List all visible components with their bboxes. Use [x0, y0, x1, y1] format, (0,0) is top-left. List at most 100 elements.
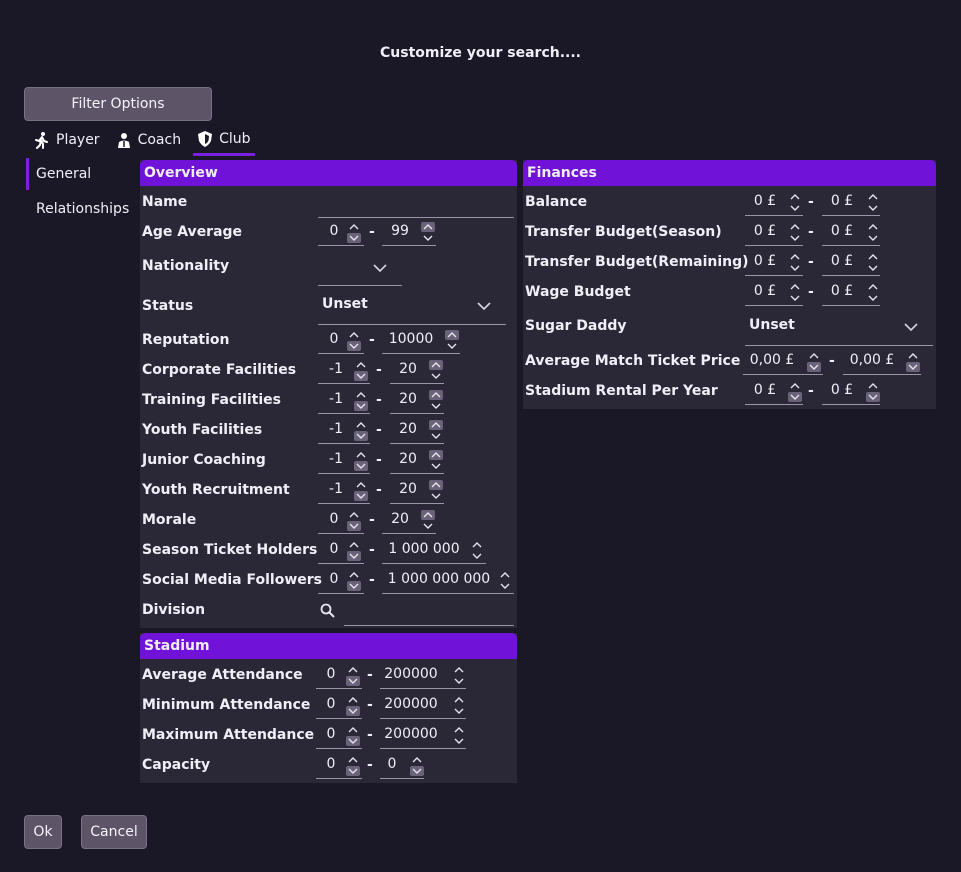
spin-down-icon[interactable] — [346, 676, 360, 686]
spin-up-icon[interactable] — [452, 695, 466, 705]
spin-up-icon[interactable] — [866, 252, 880, 262]
tab-club[interactable]: Club — [193, 125, 255, 156]
spin-down-icon[interactable] — [788, 233, 802, 243]
reputation-to-spinner[interactable] — [445, 330, 459, 352]
nationality-dropdown[interactable] — [318, 261, 402, 286]
spin-down-icon[interactable] — [452, 676, 466, 686]
spin-down-icon[interactable] — [347, 341, 361, 351]
spin-down-icon[interactable] — [347, 521, 361, 531]
spin-up-icon[interactable] — [347, 510, 361, 520]
average-attendance-to-spinner[interactable] — [452, 665, 466, 687]
morale-to-spinner[interactable] — [421, 510, 435, 532]
spin-down-icon[interactable] — [788, 392, 802, 402]
capacity-to-spinner[interactable] — [410, 755, 424, 777]
spin-down-icon[interactable] — [429, 491, 443, 501]
spin-up-icon[interactable] — [421, 510, 435, 520]
division-search-input[interactable] — [344, 601, 514, 626]
tab-coach[interactable]: Coach — [112, 126, 186, 154]
spin-down-icon[interactable] — [354, 431, 368, 441]
spin-up-icon[interactable] — [445, 330, 459, 340]
spin-up-icon[interactable] — [346, 695, 360, 705]
youth-recruitment-from-spinner[interactable] — [354, 480, 368, 502]
spin-up-icon[interactable] — [452, 665, 466, 675]
transfer-budget-remaining-from-spinner[interactable] — [788, 252, 802, 274]
spin-up-icon[interactable] — [788, 381, 802, 391]
transfer-budget-season-to-spinner[interactable] — [866, 222, 880, 244]
minimum-attendance-to-spinner[interactable] — [452, 695, 466, 717]
spin-up-icon[interactable] — [429, 420, 443, 430]
spin-down-icon[interactable] — [429, 401, 443, 411]
spin-down-icon[interactable] — [906, 362, 920, 372]
average-attendance-from-spinner[interactable] — [346, 665, 360, 687]
name-input[interactable] — [318, 193, 514, 218]
spin-up-icon[interactable] — [346, 725, 360, 735]
spin-up-icon[interactable] — [347, 540, 361, 550]
ticket-to-spinner[interactable] — [906, 351, 920, 373]
spin-down-icon[interactable] — [354, 461, 368, 471]
balance-from-spinner[interactable] — [788, 192, 802, 214]
spin-down-icon[interactable] — [498, 581, 512, 591]
spin-up-icon[interactable] — [429, 480, 443, 490]
spin-down-icon[interactable] — [807, 362, 821, 372]
spin-up-icon[interactable] — [498, 570, 512, 580]
ok-button[interactable]: Ok — [24, 815, 62, 849]
reputation-from-spinner[interactable] — [347, 330, 361, 352]
spin-up-icon[interactable] — [429, 360, 443, 370]
spin-up-icon[interactable] — [421, 222, 435, 232]
spin-down-icon[interactable] — [429, 371, 443, 381]
spin-up-icon[interactable] — [354, 390, 368, 400]
corporate-facilities-from-spinner[interactable] — [354, 360, 368, 382]
spin-up-icon[interactable] — [429, 450, 443, 460]
spin-up-icon[interactable] — [347, 222, 361, 232]
corporate-facilities-to-spinner[interactable] — [429, 360, 443, 382]
capacity-from-spinner[interactable] — [346, 755, 360, 777]
spin-up-icon[interactable] — [788, 252, 802, 262]
spin-down-icon[interactable] — [346, 706, 360, 716]
search-icon[interactable] — [320, 603, 335, 618]
spin-up-icon[interactable] — [470, 540, 484, 550]
spin-up-icon[interactable] — [866, 381, 880, 391]
chevron-down-icon[interactable] — [476, 300, 492, 312]
social-to-input[interactable]: 1 000 000 000 — [382, 569, 514, 594]
spin-down-icon[interactable] — [866, 233, 880, 243]
spin-down-icon[interactable] — [347, 551, 361, 561]
spin-up-icon[interactable] — [429, 390, 443, 400]
rental-to-spinner[interactable] — [866, 381, 880, 403]
spin-down-icon[interactable] — [445, 341, 459, 351]
maximum-attendance-from-spinner[interactable] — [346, 725, 360, 747]
spin-up-icon[interactable] — [354, 360, 368, 370]
spin-up-icon[interactable] — [354, 450, 368, 460]
spin-up-icon[interactable] — [346, 665, 360, 675]
season-from-spinner[interactable] — [347, 540, 361, 562]
spin-up-icon[interactable] — [347, 330, 361, 340]
filter-options-button[interactable]: Filter Options — [24, 87, 212, 121]
social-from-spinner[interactable] — [347, 570, 361, 592]
spin-down-icon[interactable] — [347, 233, 361, 243]
cancel-button[interactable]: Cancel — [81, 815, 147, 849]
spin-up-icon[interactable] — [906, 351, 920, 361]
morale-from-spinner[interactable] — [347, 510, 361, 532]
ticket-from-spinner[interactable] — [807, 351, 821, 373]
spin-down-icon[interactable] — [354, 371, 368, 381]
season-to-spinner[interactable] — [470, 540, 484, 562]
training-facilities-from-spinner[interactable] — [354, 390, 368, 412]
transfer-budget-season-from-spinner[interactable] — [788, 222, 802, 244]
spin-up-icon[interactable] — [807, 351, 821, 361]
spin-down-icon[interactable] — [866, 263, 880, 273]
spin-up-icon[interactable] — [354, 420, 368, 430]
spin-down-icon[interactable] — [470, 551, 484, 561]
age-to-spinner[interactable] — [421, 222, 435, 244]
spin-down-icon[interactable] — [346, 736, 360, 746]
spin-up-icon[interactable] — [788, 222, 802, 232]
transfer-budget-remaining-to-spinner[interactable] — [866, 252, 880, 274]
spin-down-icon[interactable] — [429, 431, 443, 441]
wage-budget-from-spinner[interactable] — [788, 282, 802, 304]
spin-up-icon[interactable] — [866, 192, 880, 202]
spin-down-icon[interactable] — [421, 521, 435, 531]
spin-up-icon[interactable] — [354, 480, 368, 490]
minimum-attendance-from-spinner[interactable] — [346, 695, 360, 717]
spin-down-icon[interactable] — [866, 203, 880, 213]
spin-down-icon[interactable] — [866, 392, 880, 402]
spin-up-icon[interactable] — [347, 570, 361, 580]
training-facilities-to-spinner[interactable] — [429, 390, 443, 412]
